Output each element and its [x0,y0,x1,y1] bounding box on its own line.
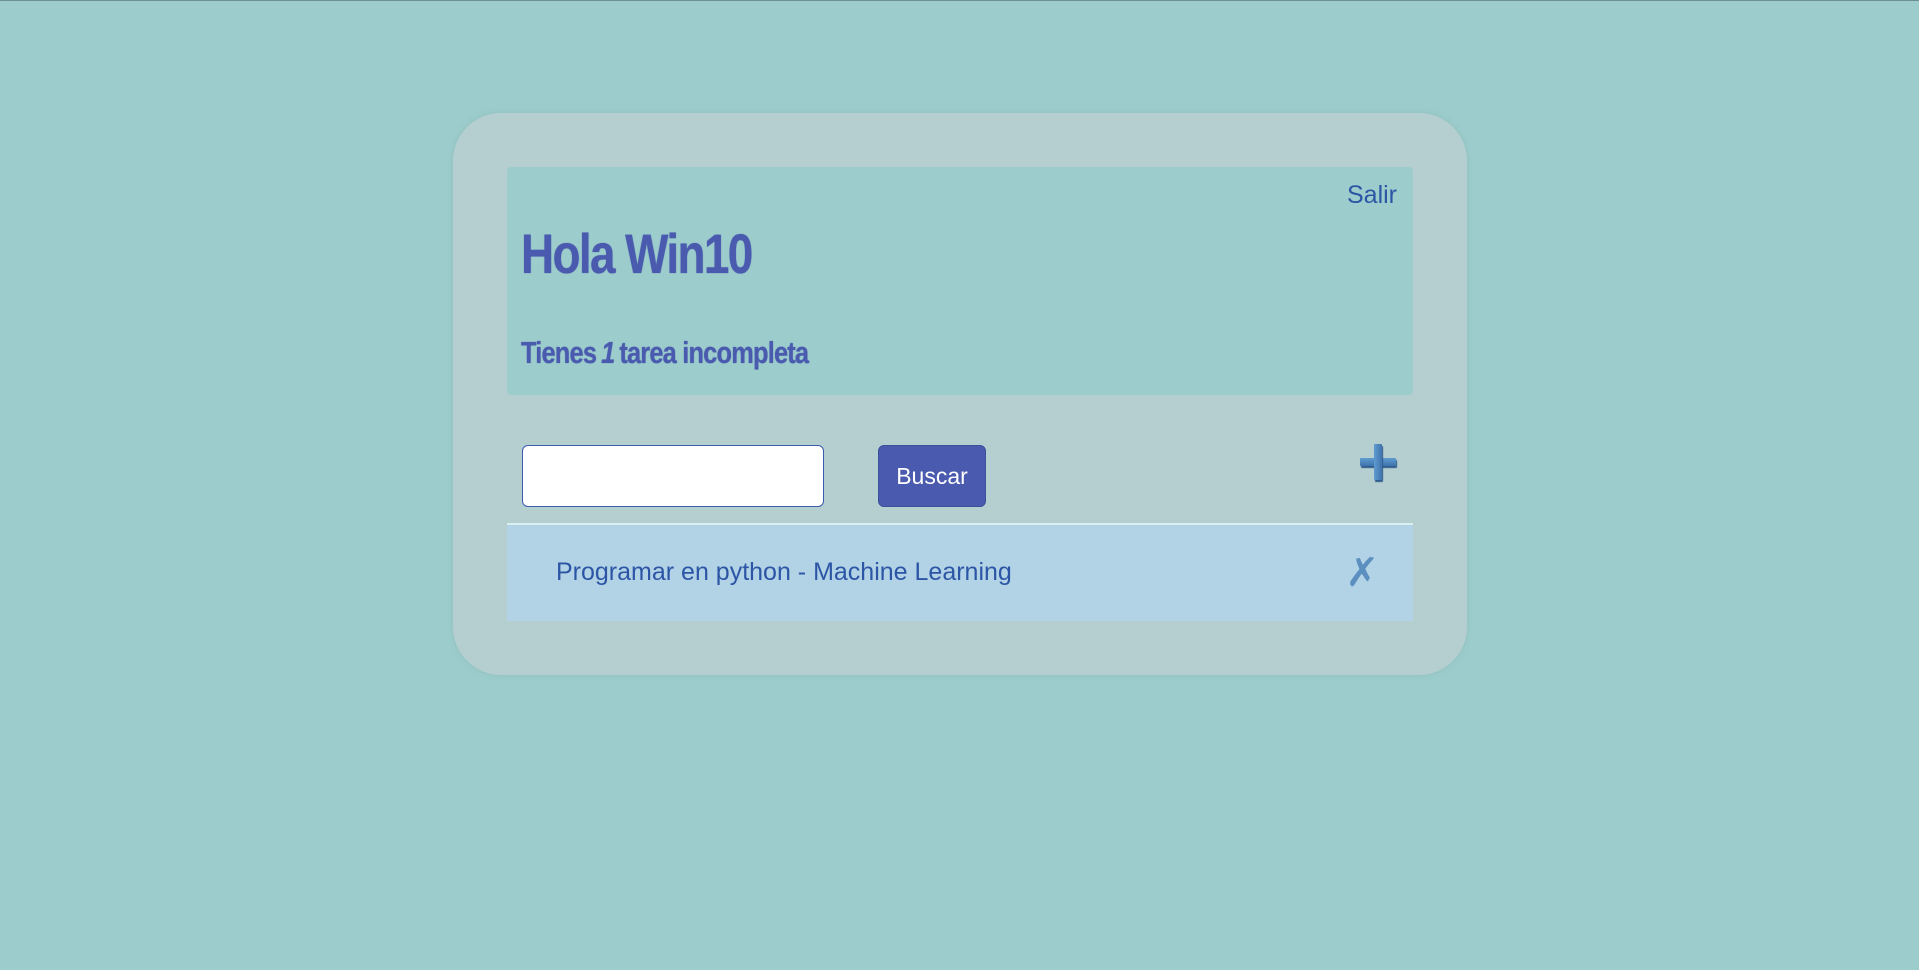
header-panel: Salir Hola Win10 Tienes 1 tarea incompleta [507,167,1413,395]
todo-card: Salir Hola Win10 Tienes 1 tarea incompleta… [453,113,1467,675]
pending-tasks-summary: Tienes 1 tarea incompleta [521,335,809,371]
plus-icon-vertical [1374,444,1382,480]
task-list: Programar en python - Machine Learning ✗ [507,525,1413,621]
page-title: Hola Win10 [521,222,753,285]
close-icon[interactable]: ✗ [1345,553,1379,593]
task-item: Programar en python - Machine Learning ✗ [507,525,1413,621]
search-button[interactable]: Buscar [878,445,986,507]
plus-icon[interactable] [1360,443,1398,481]
logout-link[interactable]: Salir [1347,181,1397,210]
pending-count: 1 [601,335,615,370]
task-text[interactable]: Programar en python - Machine Learning [556,558,1012,587]
search-input[interactable] [522,445,824,507]
pending-prefix: Tienes [521,335,597,370]
pending-suffix: tarea incompleta [619,335,809,370]
